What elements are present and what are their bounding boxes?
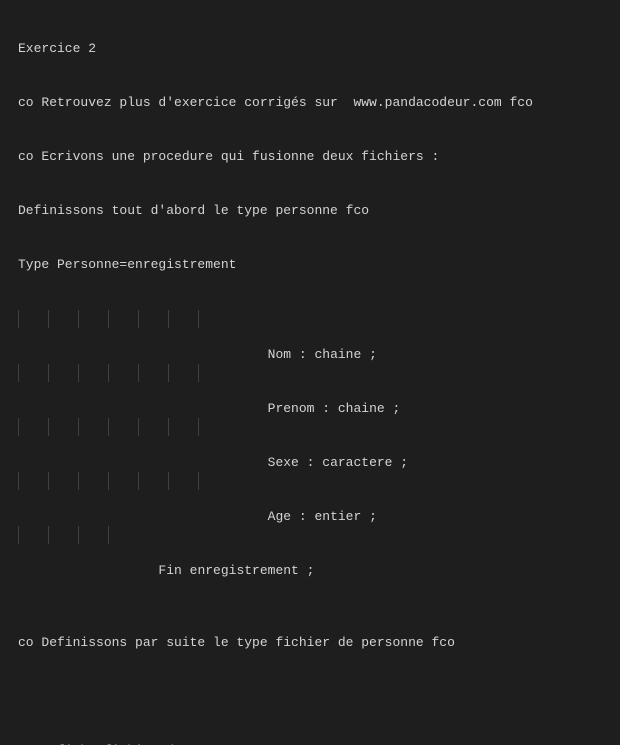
code-text: Sexe : caractere ; [49,455,408,470]
code-text: Age : entier ; [49,509,377,524]
code-line: Fin enregistrement ; [18,526,620,544]
code-line: Prenom : chaine ; [18,364,620,382]
code-line [18,688,620,706]
code-line: co Ecrivons une procedure qui fusionne d… [18,148,620,166]
code-line: Nom : chaine ; [18,310,620,328]
code-line: co Definissons par suite le type fichier… [18,634,620,652]
code-line: Type Personne=enregistrement [18,256,620,274]
code-line: Exercice 2 [18,40,620,58]
code-line: Sexe : caractere ; [18,418,620,436]
code-text: Nom : chaine ; [49,347,377,362]
code-line: Definissons tout d'abord le type personn… [18,202,620,220]
code-line: Age : entier ; [18,472,620,490]
code-line [18,580,620,598]
code-text: Prenom : chaine ; [49,401,400,416]
code-editor[interactable]: Exercice 2 co Retrouvez plus d'exercice … [0,0,620,745]
code-text: Fin enregistrement ; [49,563,314,578]
code-line: co Retrouvez plus d'exercice corrigés su… [18,94,620,112]
